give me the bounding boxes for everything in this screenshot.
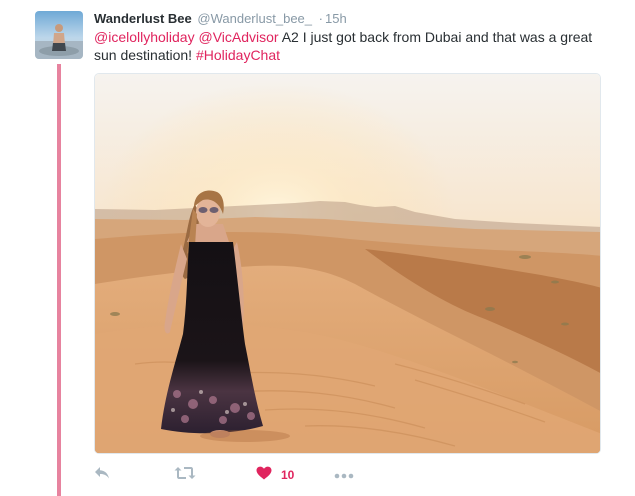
tweet-header: Wanderlust Bee @Wanderlust_bee_ · 15h [94, 10, 347, 27]
reply-icon [94, 466, 110, 485]
thread-line [57, 64, 61, 496]
retweet-button[interactable] [174, 462, 196, 488]
like-button[interactable]: 10 [256, 462, 294, 488]
tweet-text: @icelollyholiday @VicAdvisor A2 I just g… [94, 28, 614, 64]
reply-button[interactable] [94, 462, 110, 488]
more-icon [334, 466, 354, 484]
author-name[interactable]: Wanderlust Bee [94, 11, 192, 26]
retweet-icon [174, 466, 196, 485]
tweet-timestamp[interactable]: 15h [325, 11, 347, 26]
avatar[interactable] [35, 11, 83, 59]
like-count: 10 [281, 468, 295, 482]
more-options-button[interactable] [334, 462, 354, 488]
author-handle[interactable]: @Wanderlust_bee_ [197, 11, 312, 26]
mention-link[interactable]: @VicAdvisor [198, 29, 278, 45]
separator-dot: · [318, 11, 323, 26]
tweet-photo[interactable] [94, 73, 601, 454]
tweet-actions: 10 [94, 462, 394, 488]
heart-icon [256, 466, 272, 485]
mention-link[interactable]: @icelollyholiday [94, 29, 195, 45]
hashtag-link[interactable]: #HolidayChat [196, 47, 280, 63]
